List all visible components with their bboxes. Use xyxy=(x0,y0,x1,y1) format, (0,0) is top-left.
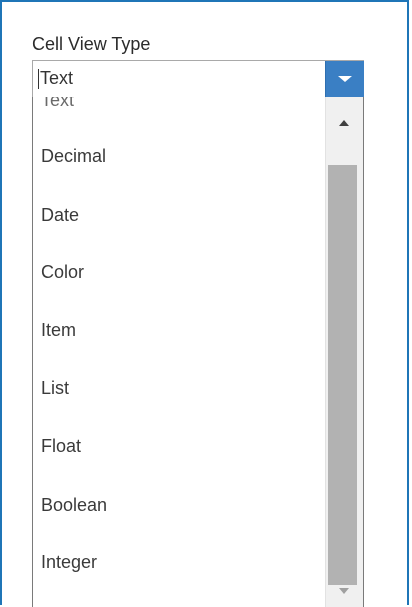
list-item-float[interactable]: Float xyxy=(41,434,81,458)
list-item-list[interactable]: List xyxy=(41,376,69,400)
scroll-thumb[interactable] xyxy=(328,165,357,585)
scroll-down-icon[interactable] xyxy=(339,588,349,594)
scroll-up-icon[interactable] xyxy=(339,120,349,126)
cell-view-type-label: Cell View Type xyxy=(32,34,151,54)
vertical-scrollbar[interactable] xyxy=(325,97,363,607)
dropdown-list[interactable]: Text Decimal Date Color Item List Float … xyxy=(32,97,364,607)
list-item-boolean[interactable]: Boolean xyxy=(41,493,107,517)
scroll-down-button[interactable] xyxy=(326,573,363,607)
panel-frame: Cell View Type Text Text Decimal Date Co… xyxy=(0,0,409,607)
list-item-color[interactable]: Color xyxy=(41,260,84,284)
list-item-date[interactable]: Date xyxy=(41,203,79,227)
dropdown-button[interactable] xyxy=(325,61,364,97)
cell-view-type-select[interactable]: Text xyxy=(32,60,364,98)
list-item-integer[interactable]: Integer xyxy=(41,550,97,574)
list-item-text[interactable]: Text xyxy=(41,97,74,112)
chevron-down-icon[interactable] xyxy=(338,76,352,82)
scroll-up-button[interactable] xyxy=(326,103,363,137)
list-item-item[interactable]: Item xyxy=(41,318,76,342)
text-caret xyxy=(38,69,39,89)
list-item-decimal[interactable]: Decimal xyxy=(41,144,106,168)
selected-value[interactable]: Text xyxy=(40,68,73,89)
